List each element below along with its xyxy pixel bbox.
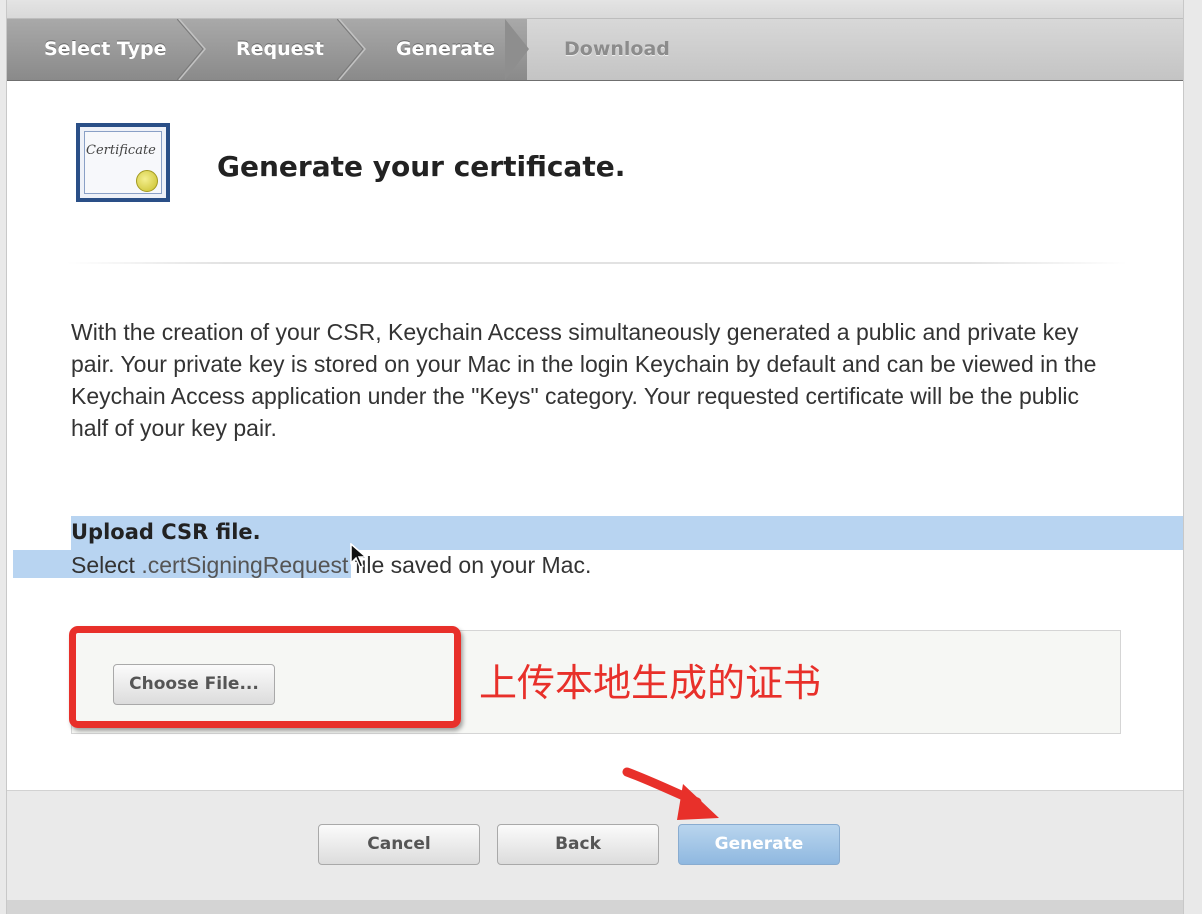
step-request: Request [236,38,324,60]
step-download: Download [564,38,670,60]
top-strip [7,0,1183,19]
main-panel: Select Type Request Generate Download Ce… [6,0,1184,914]
annotation-text: 上传本地生成的证书 [479,661,822,705]
cancel-button[interactable]: Cancel [318,824,480,865]
back-button[interactable]: Back [497,824,659,865]
certificate-icon-label: Certificate [86,143,156,158]
seal-icon [136,170,158,192]
progress-steps: Select Type Request Generate Download [7,19,1183,81]
divider [67,262,1127,264]
mouse-cursor-icon [350,543,368,568]
annotation-arrow-icon [622,767,719,820]
file-extension: .certSigningRequest [141,552,349,578]
upload-instructions: Select .certSigningRequest file saved on… [71,552,592,578]
annotation-highlight-box [69,626,461,728]
step-divider-icon [177,19,206,80]
step-divider-icon [337,19,366,80]
step-generate: Generate [396,38,496,60]
generate-button[interactable]: Generate [678,824,840,865]
page-title: Generate your certificate. [217,150,626,183]
upload-title: Upload CSR file. [71,520,261,544]
step-current-arrow-icon [505,19,529,80]
certificate-icon: Certificate [76,123,170,202]
step-select-type: Select Type [44,38,167,60]
description-text: With the creation of your CSR, Keychain … [71,319,1097,441]
bottom-strip [7,900,1183,914]
